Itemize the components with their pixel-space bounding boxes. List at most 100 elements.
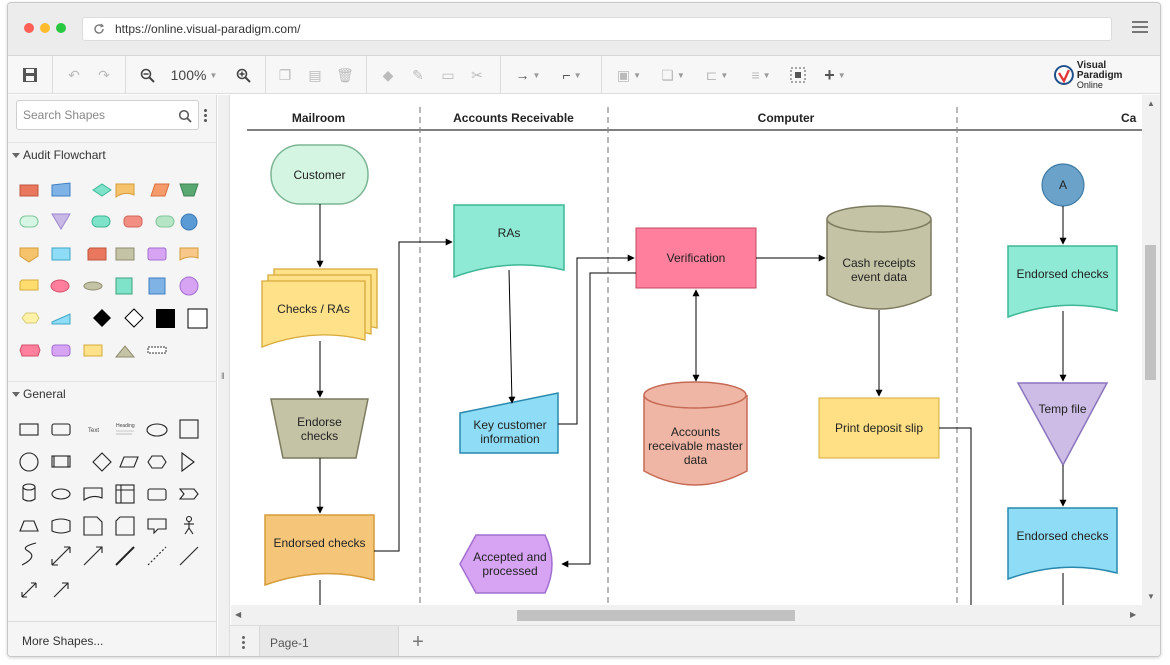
search-shapes-input[interactable]: Search Shapes — [16, 100, 199, 130]
editor-toolbar: ↶ ↷ 100% ▼ ❐ ▤ 🗑 ◆ ✎ ▭ ✂ → ▼ ⌐ ▼ ▣ ▼ ❏ ▼ ⊏ ▼ ≡… — [8, 56, 1160, 94]
add-page-button[interactable]: + — [407, 632, 429, 654]
g-trapezoid — [19, 520, 39, 532]
shape-save-green — [115, 277, 133, 295]
page-options-icon[interactable] — [242, 636, 246, 651]
shape-terminator — [19, 215, 39, 228]
hamburger-menu-icon[interactable] — [1132, 21, 1148, 35]
format-painter-button[interactable]: ✂ — [467, 64, 487, 86]
reload-icon[interactable] — [93, 23, 105, 35]
shape-database — [50, 279, 70, 293]
address-bar[interactable]: https://online.visual-paradigm.com/ — [82, 17, 1112, 41]
zoom-in-icon — [236, 68, 251, 83]
diagram-canvas[interactable]: Mailroom Accounts Receivable Computer Ca… — [231, 95, 1160, 605]
node-endorsed-checks-1[interactable]: Endorsed checks — [265, 515, 374, 571]
scroll-down-icon[interactable]: ▼ — [1147, 592, 1155, 601]
horizontal-scroll-thumb[interactable] — [517, 610, 795, 621]
sidebar-splitter[interactable]: ‖ — [218, 95, 230, 656]
paste-button[interactable]: ▤ — [305, 64, 325, 86]
g-directional-arrow — [53, 582, 69, 598]
sidebar-options-icon[interactable] — [204, 109, 208, 123]
node-print-deposit-slip[interactable]: Print deposit slip — [819, 398, 939, 458]
section-general[interactable]: General — [8, 381, 217, 405]
select-all-button[interactable] — [788, 64, 808, 86]
zoom-out-icon — [140, 68, 155, 83]
vertical-scroll-thumb[interactable] — [1145, 245, 1156, 380]
g-note — [83, 516, 103, 536]
g-square — [179, 419, 199, 439]
distribute-button[interactable]: ≡ ▼ — [744, 64, 778, 86]
shape-card — [87, 247, 107, 261]
node-customer[interactable]: Customer — [271, 145, 368, 204]
node-endorsed-checks-2[interactable]: Endorsed checks — [1008, 246, 1117, 302]
g-line — [179, 546, 199, 566]
g-double-arrow — [51, 546, 71, 566]
insert-button[interactable]: + ▼ — [818, 64, 852, 86]
shape-extract — [114, 345, 136, 358]
fill-color-button[interactable]: ◆ — [378, 64, 398, 86]
delete-button[interactable]: 🗑 — [335, 64, 355, 86]
chevron-down-icon: ▼ — [573, 70, 582, 80]
search-icon[interactable] — [178, 109, 192, 123]
scroll-right-icon[interactable]: ▶ — [1130, 610, 1136, 619]
g-arrow-wide — [83, 546, 103, 566]
shape-merge — [51, 213, 71, 230]
shape-annotation — [147, 346, 167, 354]
node-ras[interactable]: RAs — [454, 205, 564, 261]
chevron-down-icon: ▼ — [837, 70, 846, 80]
scroll-up-icon[interactable]: ▲ — [1147, 99, 1155, 108]
general-shape-palette[interactable]: Text Heading — [8, 409, 217, 609]
minimize-dot[interactable] — [40, 23, 50, 33]
node-cash-receipts[interactable]: Cash receipts event data — [831, 245, 927, 295]
zoom-level-select[interactable]: 100% ▼ — [166, 64, 222, 86]
node-accepted-processed[interactable]: Accepted and processed — [466, 535, 554, 593]
node-checks-ras[interactable]: Checks / RAs — [262, 281, 365, 336]
horizontal-scrollbar[interactable]: ◀ ▶ — [231, 605, 1160, 625]
shape-parallelogram — [150, 183, 170, 197]
line-color-button[interactable]: ✎ — [408, 64, 428, 86]
select-all-icon — [790, 67, 806, 83]
arrange-button[interactable]: ❏ ▼ — [656, 64, 690, 86]
g-diamond — [92, 452, 112, 472]
group-button[interactable]: ▣ ▼ — [612, 64, 646, 86]
scroll-left-icon[interactable]: ◀ — [235, 610, 241, 619]
more-shapes-button[interactable]: More Shapes... — [8, 621, 217, 656]
page-tab-current[interactable]: Page-1 — [259, 626, 399, 656]
shape-tape — [179, 247, 199, 261]
audit-shape-palette[interactable] — [8, 170, 217, 370]
shape-manual-input — [51, 182, 71, 197]
g-triangle — [181, 451, 195, 473]
node-temp-file[interactable]: Temp file — [1018, 389, 1107, 429]
node-connector-a[interactable]: A — [1042, 164, 1084, 206]
node-endorse-checks[interactable]: Endorse checks — [289, 399, 350, 458]
vertical-scrollbar[interactable]: ▲ ▼ — [1142, 95, 1160, 605]
shadow-button[interactable]: ▭ — [438, 64, 458, 86]
section-title-label: Audit Flowchart — [23, 148, 106, 162]
node-ar-master-data[interactable]: Accounts receivable master data — [644, 413, 747, 479]
grip-icon: ‖ — [221, 371, 225, 381]
edge-ras-key — [508, 269, 516, 404]
maximize-dot[interactable] — [56, 23, 66, 33]
g-step — [178, 488, 199, 500]
zoom-in-button[interactable] — [233, 64, 253, 86]
zoom-out-button[interactable] — [137, 64, 157, 86]
toolbar-separator — [366, 56, 367, 94]
redo-button[interactable]: ↷ — [94, 64, 114, 86]
copy-button[interactable]: ❐ — [275, 64, 295, 86]
undo-button[interactable]: ↶ — [64, 64, 84, 86]
save-button[interactable] — [20, 64, 40, 86]
node-verification[interactable]: Verification — [636, 228, 756, 288]
align-button[interactable]: ⊏ ▼ — [700, 64, 734, 86]
waypoint-style-button[interactable]: ⌐ ▼ — [554, 64, 590, 86]
chevron-down-icon: ▼ — [532, 70, 541, 80]
close-dot[interactable] — [24, 23, 34, 33]
g-rectangle — [19, 423, 39, 436]
node-key-customer-info[interactable]: Key customer information — [466, 407, 554, 457]
shape-sidebar: Search Shapes Audit Flowchart General Te… — [8, 95, 217, 656]
lane-mailroom-header: Mailroom — [291, 111, 346, 125]
more-shapes-label: More Shapes... — [22, 634, 104, 648]
connector-style-button[interactable]: → ▼ — [510, 64, 546, 86]
section-audit-flowchart[interactable]: Audit Flowchart — [8, 142, 217, 166]
node-endorsed-checks-3[interactable]: Endorsed checks — [1008, 508, 1117, 564]
g-wave — [51, 518, 71, 534]
shape-multi-doc — [19, 279, 39, 291]
